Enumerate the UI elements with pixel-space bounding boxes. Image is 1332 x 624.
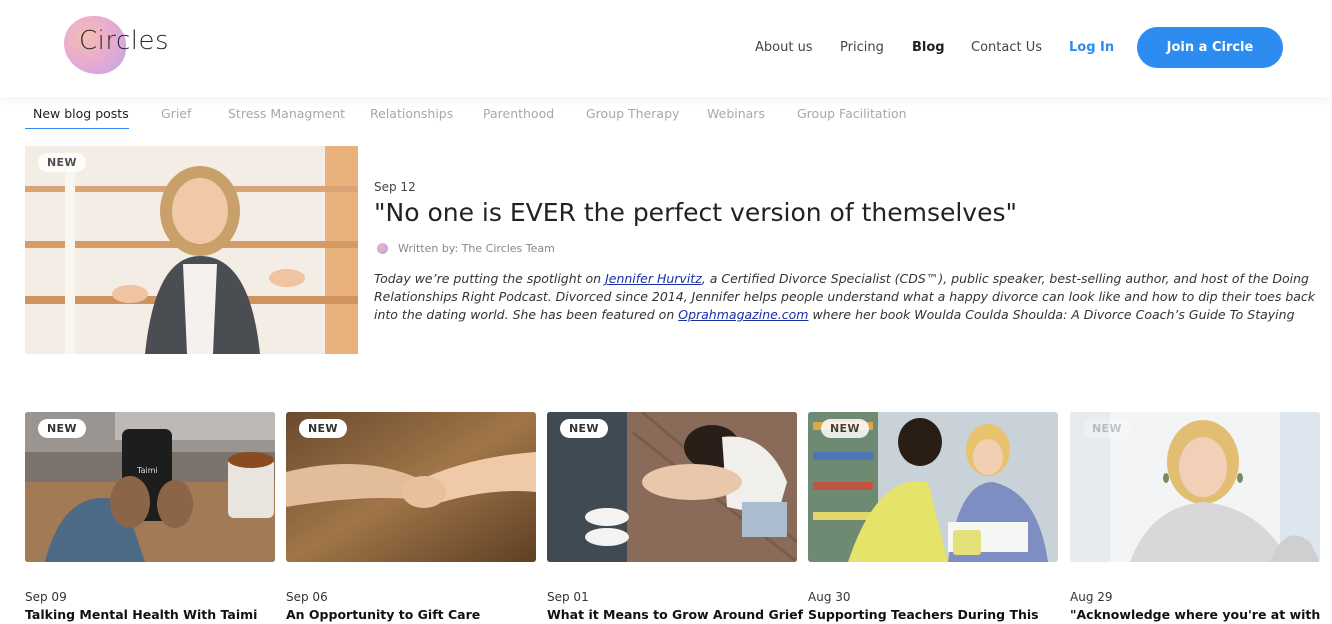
post-card-image[interactable]: NEW [1070,412,1320,562]
nav-contact-us[interactable]: Contact Us [971,40,1042,55]
post-card-date: Aug 29 [1070,590,1113,604]
circles-logo[interactable]: Circles [62,14,212,78]
post-card-date: Sep 06 [286,590,328,604]
new-badge: NEW [299,419,347,438]
tab-grief[interactable]: Grief [161,106,191,121]
woman-on-stairs-illustration [25,146,358,354]
tab-stress-management[interactable]: Stress Managment [228,106,345,121]
login-link[interactable]: Log In [1069,40,1114,55]
post-card-image[interactable]: Taimi NEW [25,412,275,562]
active-tab-underline [25,128,129,129]
tab-webinars[interactable]: Webinars [707,106,765,121]
featured-post-date: Sep 12 [374,180,416,194]
featured-post-excerpt: Today we’re putting the spotlight on Jen… [374,270,1324,324]
author-avatar-icon [377,243,388,254]
post-card-title[interactable]: An Opportunity to Gift Care [286,607,480,622]
join-circle-button[interactable]: Join a Circle [1137,27,1283,68]
post-card-date: Aug 30 [808,590,851,604]
tab-relationships[interactable]: Relationships [370,106,453,121]
post-card-title[interactable]: What it Means to Grow Around Grief [547,607,803,622]
phone-screen-text: Taimi [137,466,158,475]
post-card-title[interactable]: Supporting Teachers During This [808,607,1039,622]
new-badge: NEW [38,419,86,438]
nav-blog[interactable]: Blog [912,40,945,55]
post-card-title[interactable]: "Acknowledge where you're at with [1070,607,1320,622]
tab-new-blog-posts[interactable]: New blog posts [33,106,129,121]
featured-post-author: Written by: The Circles Team [398,242,555,255]
post-card-title[interactable]: Talking Mental Health With Taimi [25,607,257,622]
featured-post-title[interactable]: "No one is EVER the perfect version of t… [374,198,1017,227]
post-card-image[interactable]: NEW [547,412,797,562]
oprahmagazine-link[interactable]: Oprahmagazine.com [678,307,808,322]
post-card-date: Sep 09 [25,590,67,604]
excerpt-text: Today we’re putting the spotlight on [374,271,606,286]
logo-text: Circles [79,26,170,56]
site-header: Circles About us Pricing Blog Contact Us… [0,0,1332,97]
post-card-image[interactable]: NEW [808,412,1058,562]
post-card-date: Sep 01 [547,590,589,604]
new-badge: NEW [560,419,608,438]
tab-group-facilitation[interactable]: Group Facilitation [797,106,907,121]
nav-about-us[interactable]: About us [755,40,813,55]
new-badge: NEW [38,153,86,172]
featured-post-image[interactable]: NEW [25,146,358,354]
nav-pricing[interactable]: Pricing [840,40,884,55]
jennifer-hurvitz-link[interactable]: Jennifer Hurvitz [605,271,702,286]
new-badge: NEW [1083,419,1131,438]
blog-category-tabs: New blog posts Grief Stress Managment Re… [0,100,1332,132]
post-card-image[interactable]: NEW [286,412,536,562]
tab-group-therapy[interactable]: Group Therapy [586,106,679,121]
new-badge: NEW [821,419,869,438]
tab-parenthood[interactable]: Parenthood [483,106,554,121]
